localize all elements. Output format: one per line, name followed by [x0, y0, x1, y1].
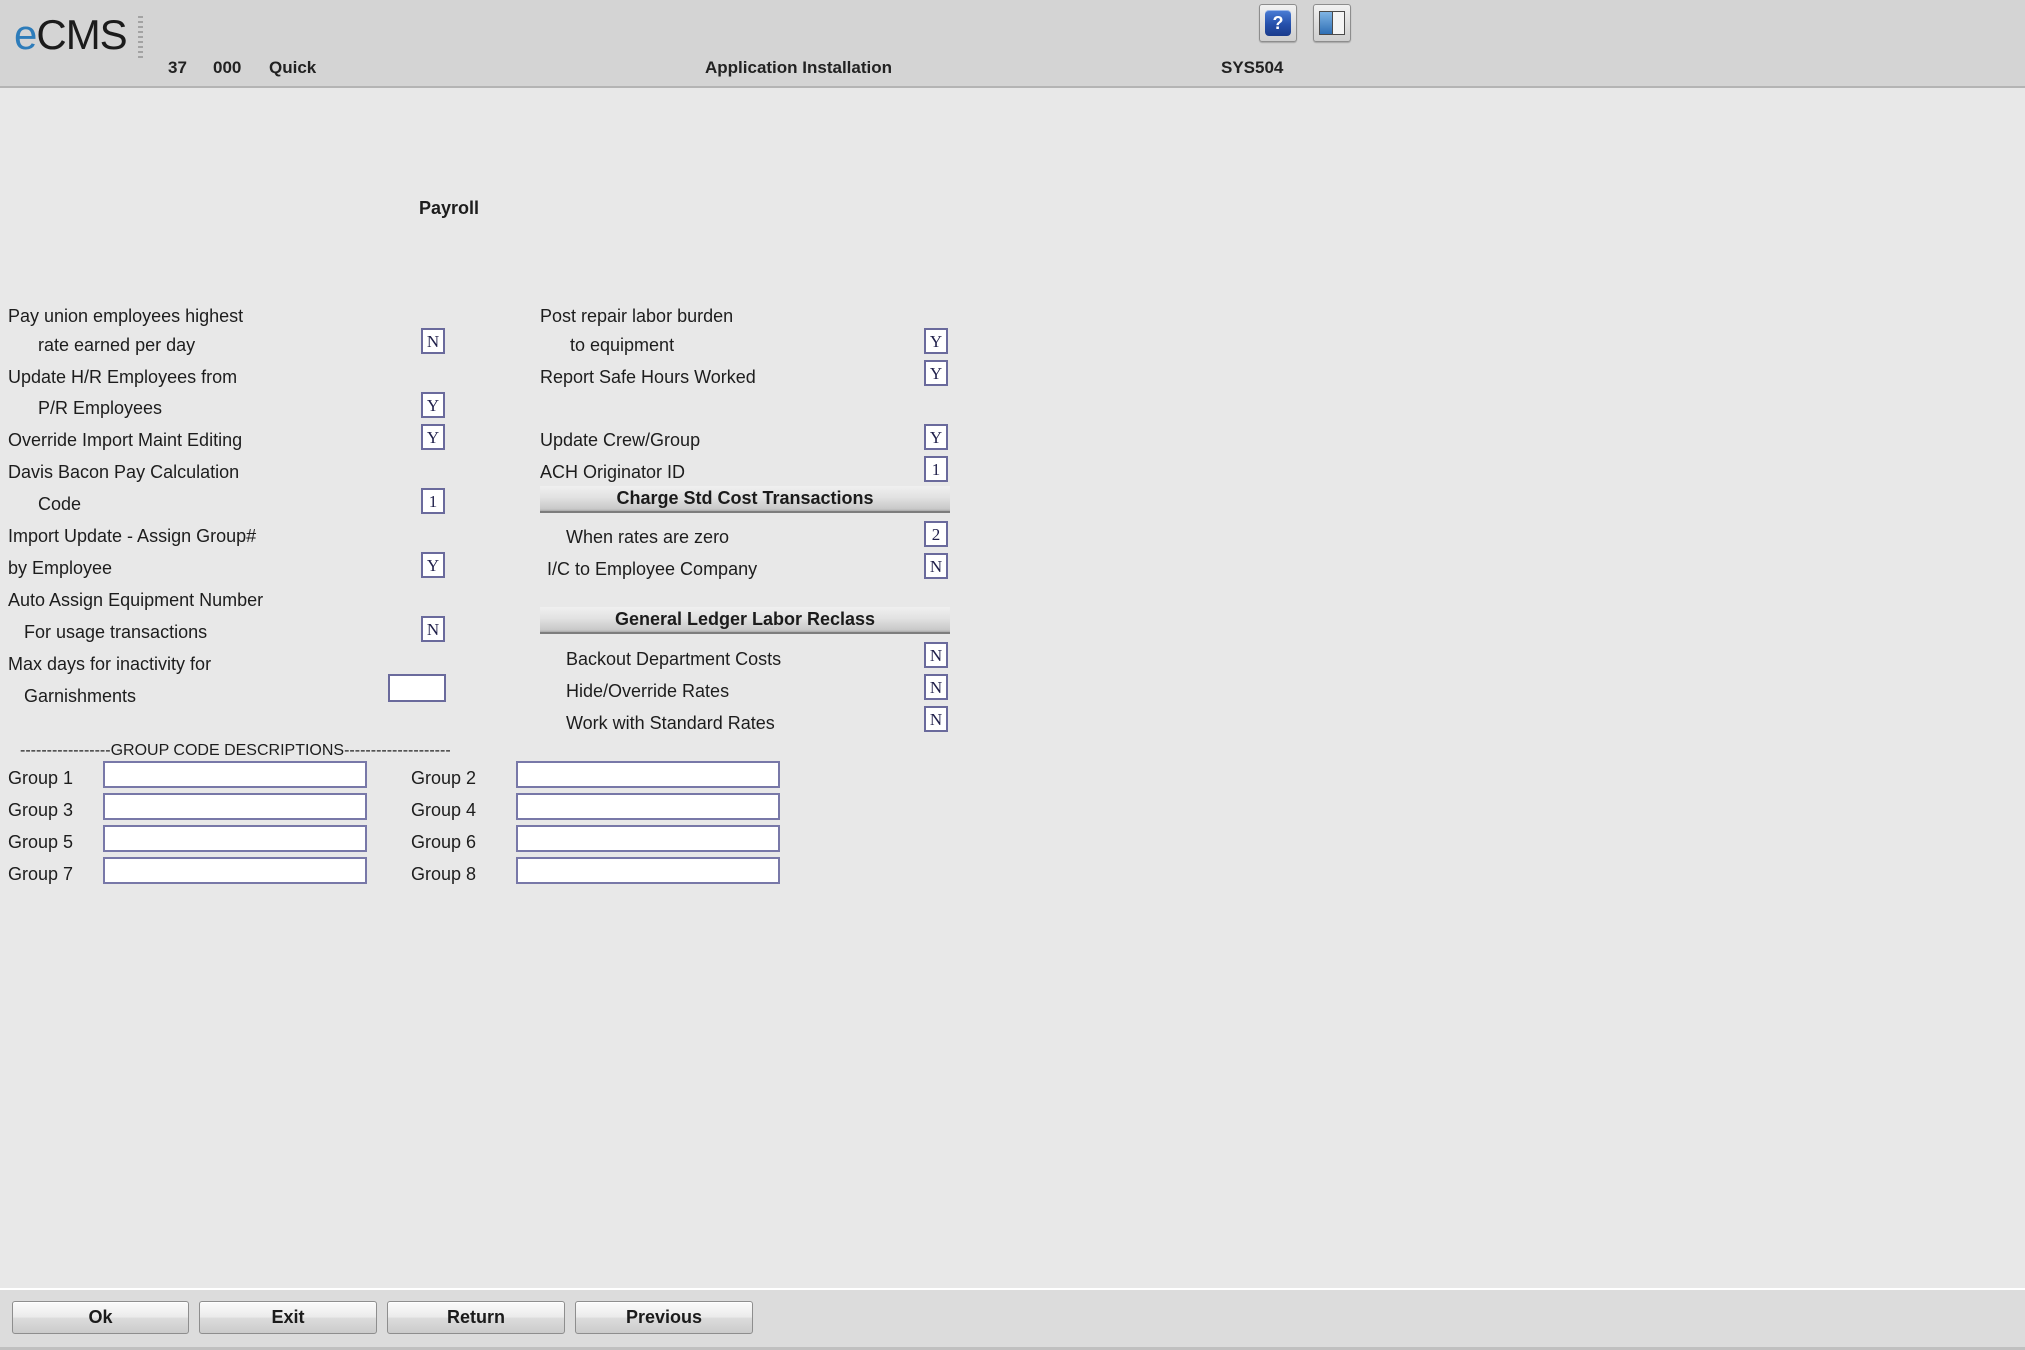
input-group-8[interactable]	[516, 857, 780, 884]
label-group-7: Group 7	[8, 864, 74, 884]
label-ic-to-employee-company: I/C to Employee Company	[547, 559, 758, 579]
group-code-descriptions-divider: -----------------GROUP CODE DESCRIPTIONS…	[20, 742, 451, 759]
label-hide-override-rates: Hide/Override Rates	[566, 681, 730, 701]
input-group-6[interactable]	[516, 825, 780, 852]
page-title: Application Installation	[705, 58, 893, 77]
input-group-7[interactable]	[103, 857, 367, 884]
logo-letter-e: e	[14, 11, 37, 58]
split-window-icon	[1319, 11, 1345, 35]
field-assign-group-by-employee[interactable]: Y	[421, 552, 445, 578]
label-by-employee: by Employee	[8, 558, 113, 578]
return-button[interactable]: Return	[387, 1301, 565, 1334]
label-rate-earned-per-day: rate earned per day	[38, 335, 196, 355]
label-report-safe-hours-worked: Report Safe Hours Worked	[540, 367, 756, 387]
label-group-3: Group 3	[8, 800, 74, 820]
label-pay-union-employees-highest: Pay union employees highest	[8, 306, 244, 326]
label-update-hr-employees-from: Update H/R Employees from	[8, 367, 238, 387]
exit-button[interactable]: Exit	[199, 1301, 377, 1334]
field-post-repair-labor-burden-to-equipment[interactable]: Y	[924, 328, 948, 354]
field-ic-to-employee-company[interactable]: N	[924, 553, 948, 579]
label-group-2: Group 2	[411, 768, 477, 788]
field-davis-bacon-code[interactable]: 1	[421, 488, 445, 514]
field-garnishments-max-days[interactable]	[388, 674, 446, 702]
field-hide-override-rates[interactable]: N	[924, 674, 948, 700]
input-group-1[interactable]	[103, 761, 367, 788]
previous-button[interactable]: Previous	[575, 1301, 753, 1334]
label-backout-department-costs: Backout Department Costs	[566, 649, 782, 669]
input-group-3[interactable]	[103, 793, 367, 820]
label-group-6: Group 6	[411, 832, 477, 852]
field-when-rates-are-zero[interactable]: 2	[924, 521, 948, 547]
label-post-repair-labor-burden: Post repair labor burden	[540, 306, 734, 326]
header-program-id: SYS504	[1221, 58, 1284, 77]
label-group-1: Group 1	[8, 768, 74, 788]
label-max-days-for-inactivity-for: Max days for inactivity for	[8, 654, 212, 674]
label-garnishments: Garnishments	[24, 686, 137, 706]
label-davis-bacon-pay-calculation: Davis Bacon Pay Calculation	[8, 462, 240, 482]
field-work-with-standard-rates[interactable]: N	[924, 706, 948, 732]
label-work-with-standard-rates: Work with Standard Rates	[566, 713, 775, 733]
field-backout-department-costs[interactable]: N	[924, 642, 948, 668]
column-heading-payroll: Payroll	[419, 198, 480, 218]
label-override-import-maint-editing: Override Import Maint Editing	[8, 430, 243, 450]
label-for-usage-transactions: For usage transactions	[24, 622, 208, 642]
section-header-general-ledger-labor-reclass: General Ledger Labor Reclass	[540, 607, 950, 634]
label-group-4: Group 4	[411, 800, 477, 820]
input-group-4[interactable]	[516, 793, 780, 820]
field-ach-originator-id[interactable]: 1	[924, 456, 948, 482]
field-update-crew-group[interactable]: Y	[924, 424, 948, 450]
field-update-hr-from-pr-employees[interactable]: Y	[421, 392, 445, 418]
field-auto-assign-equip-usage[interactable]: N	[421, 616, 445, 642]
label-davis-bacon-code: Code	[38, 494, 82, 514]
input-group-5[interactable]	[103, 825, 367, 852]
label-import-update-assign-group: Import Update - Assign Group#	[8, 526, 257, 546]
header-company-number: 37	[168, 58, 187, 77]
header-division-number: 000	[213, 58, 242, 77]
label-auto-assign-equipment-number: Auto Assign Equipment Number	[8, 590, 264, 610]
label-update-crew-group: Update Crew/Group	[540, 430, 701, 450]
field-report-safe-hours-worked[interactable]: Y	[924, 360, 948, 386]
field-pay-union-highest-rate[interactable]: N	[421, 328, 445, 354]
header-user-name: Quick	[269, 58, 317, 77]
app-header: eCMS 37 000 Quick Application Installati…	[0, 0, 2025, 88]
label-ach-originator-id: ACH Originator ID	[540, 462, 686, 482]
ok-button[interactable]: Ok	[12, 1301, 189, 1334]
label-pr-employees: P/R Employees	[38, 398, 163, 418]
question-mark-icon: ?	[1265, 10, 1291, 36]
label-when-rates-are-zero: When rates are zero	[566, 527, 730, 547]
help-button[interactable]: ?	[1259, 4, 1297, 42]
field-override-import-maint-editing[interactable]: Y	[421, 424, 445, 450]
input-group-2[interactable]	[516, 761, 780, 788]
label-group-5: Group 5	[8, 832, 74, 852]
form-area: Payroll Pay union employees highest rate…	[0, 88, 2025, 1288]
window-panel-button[interactable]	[1313, 4, 1351, 42]
drag-handle-grip-icon[interactable]	[138, 16, 143, 58]
logo-text-cms: CMS	[36, 11, 127, 58]
label-group-8: Group 8	[411, 864, 477, 884]
section-header-charge-std-cost-transactions: Charge Std Cost Transactions	[540, 486, 950, 513]
ecms-logo: eCMS	[14, 11, 128, 58]
label-to-equipment: to equipment	[570, 335, 675, 355]
footer-toolbar: Ok Exit Return Previous	[0, 1288, 2025, 1350]
